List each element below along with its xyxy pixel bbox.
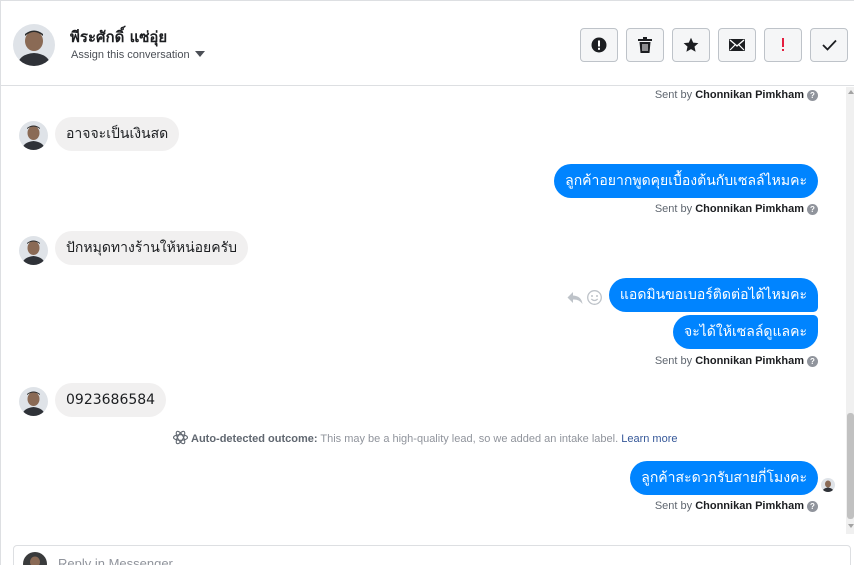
auto-detected-outcome-notice: Auto-detected outcome: This may be a hig… (173, 430, 677, 445)
caret-down-icon (194, 51, 205, 57)
help-icon[interactable]: ? (807, 501, 818, 512)
sender-avatar (19, 121, 48, 150)
page-avatar (23, 552, 47, 565)
spam-alert-icon (591, 37, 607, 53)
conversation-header: พีระศักดิ์ แซ่อุ่ย Assign this conversat… (1, 0, 854, 86)
incoming-message: อาจจะเป็นเงินสด (55, 117, 180, 151)
message-hover-actions (567, 290, 602, 305)
contact-name: พีระศักดิ์ แซ่อุ่ย (70, 28, 168, 46)
seen-receipt-avatar (821, 478, 835, 492)
outgoing-message: ลูกค้าสะดวกรับสายกี่โมงคะ (630, 461, 818, 495)
sender-avatar (19, 387, 48, 416)
reply-icon[interactable] (567, 291, 583, 305)
atom-icon (173, 430, 188, 445)
scroll-thumb[interactable] (847, 413, 854, 519)
help-icon[interactable]: ? (807, 90, 818, 101)
conversation-actions (580, 28, 848, 62)
scroll-up-arrow-icon[interactable] (848, 90, 854, 94)
exclamation-icon (782, 38, 784, 51)
sent-by-label: Sent by Chonnikan Pimkham? (655, 203, 818, 215)
envelope-icon (729, 39, 745, 51)
thread-scrollbar[interactable] (846, 87, 854, 534)
incoming-message: 0923686584 (55, 383, 167, 417)
delete-button[interactable] (626, 28, 664, 62)
outgoing-message: ลูกค้าอยากพูดคุยเบื้องต้นกับเซลล์ไหมคะ (554, 164, 818, 198)
react-emoji-icon[interactable] (587, 290, 602, 305)
sent-by-label: Sent by Chonnikan Pimkham? (655, 355, 818, 367)
checkmark-icon (821, 39, 837, 51)
assign-conversation-dropdown[interactable]: Assign this conversation (71, 49, 205, 61)
messenger-conversation-panel: พีระศักดิ์ แซ่อุ่ย Assign this conversat… (0, 0, 854, 565)
sent-by-label: Sent by Chonnikan Pimkham? (655, 89, 818, 101)
sender-avatar (19, 236, 48, 265)
mark-important-button[interactable] (764, 28, 802, 62)
help-icon[interactable]: ? (807, 204, 818, 215)
outcome-title: Auto-detected outcome: (191, 433, 318, 445)
outgoing-message: แอดมินขอเบอร์ติดต่อได้ไหมคะ (608, 278, 818, 312)
reply-input[interactable] (58, 556, 758, 565)
mark-spam-button[interactable] (580, 28, 618, 62)
mark-unread-button[interactable] (718, 28, 756, 62)
message-thread: Sent by Chonnikan Pimkham? อาจจะเป็นเงิน… (1, 87, 846, 534)
contact-avatar[interactable] (13, 24, 55, 66)
outgoing-message: จะได้ให้เซลล์ดูแลคะ (673, 315, 818, 349)
help-icon[interactable]: ? (807, 356, 818, 367)
star-button[interactable] (672, 28, 710, 62)
trash-icon (638, 37, 652, 53)
learn-more-link[interactable]: Learn more (621, 433, 677, 445)
mark-done-button[interactable] (810, 28, 848, 62)
scroll-down-arrow-icon[interactable] (848, 524, 854, 528)
assign-label: Assign this conversation (71, 49, 190, 61)
reply-composer (13, 545, 851, 565)
incoming-message: ปักหมุดทางร้านให้หน่อยครับ (55, 231, 249, 265)
star-icon (683, 37, 699, 52)
outcome-text: This may be a high-quality lead, so we a… (320, 433, 619, 445)
sent-by-label: Sent by Chonnikan Pimkham? (655, 500, 818, 512)
